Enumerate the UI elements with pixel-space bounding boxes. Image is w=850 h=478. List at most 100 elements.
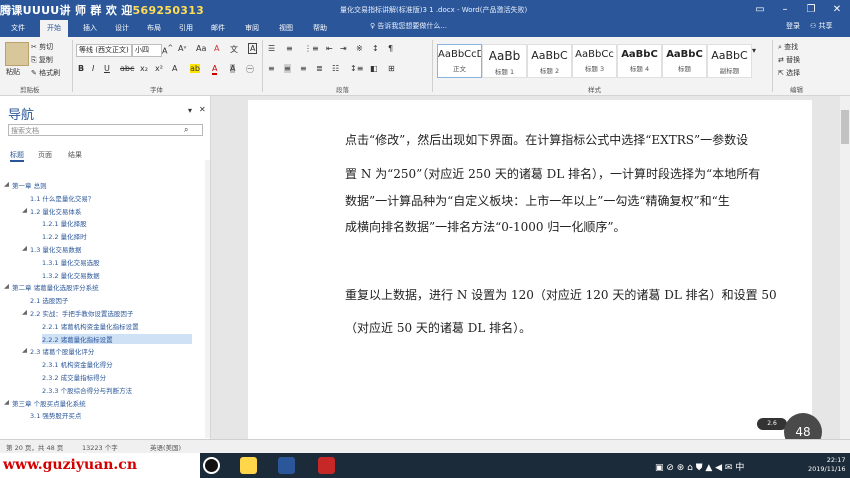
italic-button[interactable]: I xyxy=(92,64,94,73)
justify-icon[interactable]: ≣ xyxy=(316,64,323,73)
tray-icons[interactable]: ▣ ⊘ ⊛ ⌂ ⛊ ▲ ◀ ✉ 中 xyxy=(655,460,744,473)
nav-heading-item[interactable]: 2.2 实战：手把手教你设置选股因子 xyxy=(30,308,133,318)
font-color-icon[interactable]: A xyxy=(212,64,218,75)
tab-references[interactable]: 引用 xyxy=(174,20,198,37)
cut-button[interactable]: ✂ 剪切 xyxy=(31,42,53,52)
style-subtitle[interactable]: AaBbC 副标题 xyxy=(707,44,752,78)
nav-heading-item[interactable]: 2.2.1 诸葛机构资金量化指标设置 xyxy=(42,321,139,331)
style-heading-1[interactable]: AaBb 标题 1 xyxy=(482,44,527,78)
paste-icon[interactable] xyxy=(5,42,29,66)
nav-tab-results[interactable]: 结果 xyxy=(68,150,82,160)
bullets-icon[interactable]: ☰ xyxy=(268,44,275,53)
tab-help[interactable]: 帮助 xyxy=(308,20,332,37)
font-size-combo[interactable]: 小四 xyxy=(132,44,162,57)
align-left-icon[interactable]: ≡ xyxy=(268,64,275,73)
style-heading-2[interactable]: AaBbC 标题 2 xyxy=(527,44,572,78)
nav-heading-item[interactable]: 2.3.3 个股综合得分与判断方法 xyxy=(42,385,132,395)
show-marks-icon[interactable]: ¶ xyxy=(388,44,393,53)
document-page[interactable] xyxy=(248,100,812,439)
styles-more-icon[interactable]: ▾ xyxy=(752,46,756,55)
align-center-icon[interactable]: ≡ xyxy=(284,64,291,73)
text-effects-icon[interactable]: A xyxy=(172,64,177,73)
nav-heading-item[interactable]: 第一章 总则 xyxy=(12,180,47,190)
nav-heading-item[interactable]: 1.2 量化交易体系 xyxy=(30,206,81,216)
tab-design[interactable]: 设计 xyxy=(110,20,134,37)
tab-view[interactable]: 视图 xyxy=(274,20,298,37)
tab-home[interactable]: 开始 xyxy=(40,20,68,37)
collapse-triangle-icon[interactable]: ◢ xyxy=(4,398,9,406)
tab-file[interactable]: 文件 xyxy=(6,20,30,37)
superscript-button[interactable]: x² xyxy=(155,64,163,73)
nav-heading-item[interactable]: 第三章 个股买点量化系统 xyxy=(12,398,86,408)
align-right-icon[interactable]: ≡ xyxy=(300,64,307,73)
collapse-triangle-icon[interactable]: ◢ xyxy=(4,282,9,290)
app-icon[interactable] xyxy=(318,457,335,474)
grow-font-icon[interactable]: A^ xyxy=(162,44,173,56)
record-icon[interactable] xyxy=(203,457,220,474)
char-border-icon[interactable]: A xyxy=(248,43,258,54)
style-normal[interactable]: AaBbCcD 正文 xyxy=(437,44,482,78)
nav-heading-item[interactable]: 1.1 什么是量化交易？ xyxy=(30,193,94,203)
change-case-icon[interactable]: Aa xyxy=(196,44,206,53)
login-link[interactable]: 登录 xyxy=(786,21,800,31)
nav-heading-item[interactable]: 3.1 强势股开买点 xyxy=(30,410,81,420)
strikethrough-button[interactable]: abc xyxy=(120,64,134,73)
style-title[interactable]: AaBbC 标题 xyxy=(662,44,707,78)
share-button[interactable]: ⚇ 共享 xyxy=(810,21,833,31)
taskbar-clock[interactable]: 22:17 2019/11/16 xyxy=(808,456,845,474)
decrease-indent-icon[interactable]: ⇤ xyxy=(326,44,333,53)
nav-heading-item[interactable]: 1.3.2 量化交易数据 xyxy=(42,270,100,280)
shrink-font-icon[interactable]: Aᵛ xyxy=(178,44,187,53)
nav-heading-item[interactable]: 2.3.1 机构资金量化得分 xyxy=(42,359,113,369)
nav-search-input[interactable]: 搜索文档 xyxy=(8,124,203,136)
nav-heading-item[interactable]: 第二章 诸葛量化选股评分系统 xyxy=(12,282,99,292)
collapse-triangle-icon[interactable]: ◢ xyxy=(22,346,27,354)
shading-icon[interactable]: ◧ xyxy=(370,64,378,73)
collapse-triangle-icon[interactable]: ◢ xyxy=(22,244,27,252)
increase-indent-icon[interactable]: ⇥ xyxy=(340,44,347,53)
copy-button[interactable]: ⎘ 复制 xyxy=(31,55,53,65)
nav-heading-item[interactable]: 1.2.1 量化择股 xyxy=(42,218,87,228)
find-button[interactable]: ⌕ 查找 xyxy=(778,42,798,52)
clear-format-icon[interactable]: A xyxy=(214,44,219,53)
tell-me-search[interactable]: ♀ 告诉我您想要做什么... xyxy=(370,21,447,31)
nav-heading-item[interactable]: 2.2.2 诸葛量化指标设置 xyxy=(42,333,192,344)
search-icon[interactable]: ⌕ xyxy=(184,125,188,135)
nav-scrollbar[interactable] xyxy=(205,160,210,438)
chinese-layout-icon[interactable]: ※ xyxy=(356,44,363,53)
nav-tab-headings[interactable]: 标题 xyxy=(10,150,24,162)
sort-icon[interactable]: ↕ xyxy=(372,44,379,53)
select-button[interactable]: ⇱ 选择 xyxy=(778,68,800,78)
word-icon[interactable] xyxy=(278,457,295,474)
nav-close-icon[interactable]: ✕ xyxy=(199,105,206,114)
nav-heading-item[interactable]: 2.3 诸葛个股量化评分 xyxy=(30,346,94,356)
bold-button[interactable]: B xyxy=(78,64,84,73)
collapse-triangle-icon[interactable]: ◢ xyxy=(4,180,9,188)
format-painter-button[interactable]: ✎ 格式刷 xyxy=(31,68,60,78)
close-button[interactable]: ✕ xyxy=(822,0,850,20)
highlight-icon[interactable]: ab xyxy=(190,64,200,73)
vertical-scrollbar[interactable] xyxy=(840,96,850,439)
collapse-triangle-icon[interactable]: ◢ xyxy=(22,206,27,214)
tab-layout[interactable]: 布局 xyxy=(142,20,166,37)
multilevel-list-icon[interactable]: ⋮≡ xyxy=(304,44,319,53)
underline-button[interactable]: U xyxy=(104,64,110,73)
nav-heading-item[interactable]: 2.3.2 成交量指标得分 xyxy=(42,372,106,382)
folder-icon[interactable] xyxy=(240,457,257,474)
tab-insert[interactable]: 插入 xyxy=(78,20,102,37)
nav-heading-item[interactable]: 1.3.1 量化交易选股 xyxy=(42,257,100,267)
distributed-icon[interactable]: ☷ xyxy=(332,64,339,73)
status-page[interactable]: 第 20 页，共 48 页 xyxy=(6,442,63,452)
status-words[interactable]: 13223 个字 xyxy=(82,442,118,452)
tab-mailings[interactable]: 邮件 xyxy=(206,20,230,37)
tab-review[interactable]: 审阅 xyxy=(240,20,264,37)
style-heading-3[interactable]: AaBbCc 标题 3 xyxy=(572,44,617,78)
nav-heading-item[interactable]: 1.3 量化交易数据 xyxy=(30,244,81,254)
scroll-thumb[interactable] xyxy=(841,110,849,144)
paste-button[interactable]: 粘贴 xyxy=(6,67,20,77)
char-shading-icon[interactable]: A xyxy=(230,64,236,73)
nav-options-icon[interactable]: ▾ xyxy=(188,106,192,115)
numbering-icon[interactable]: ≡ xyxy=(286,44,293,53)
subscript-button[interactable]: x₂ xyxy=(140,64,148,73)
enclose-char-icon[interactable]: ㊀ xyxy=(246,64,254,75)
